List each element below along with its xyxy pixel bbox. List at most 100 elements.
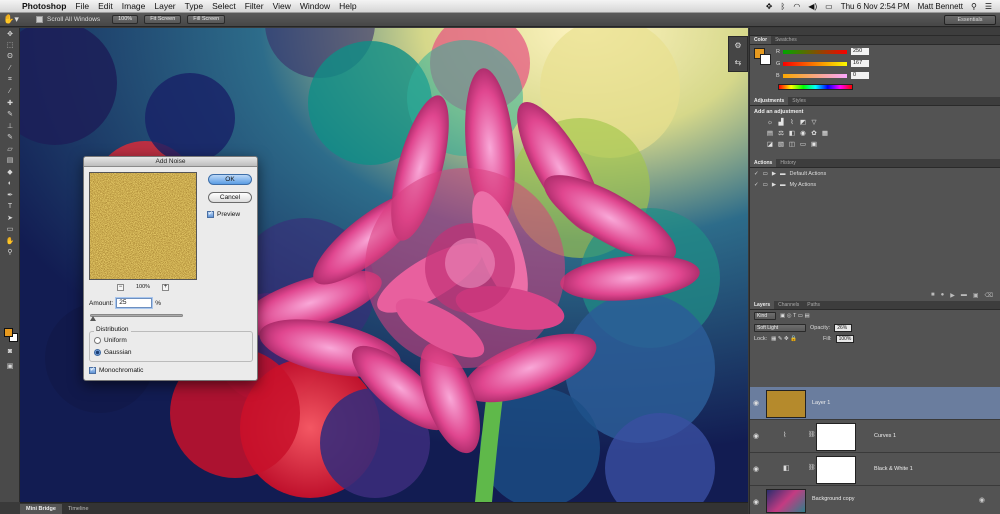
user-name[interactable]: Matt Bennett bbox=[918, 2, 963, 11]
vibrance-icon[interactable]: ▽ bbox=[810, 119, 818, 127]
smart-filter-visibility-icon[interactable]: ◉ bbox=[979, 496, 985, 504]
layer-name[interactable]: Background copy bbox=[812, 496, 855, 502]
zoom-tool-icon[interactable]: ⚲ bbox=[0, 247, 20, 259]
gaussian-radio[interactable] bbox=[94, 349, 101, 356]
red-slider[interactable] bbox=[783, 49, 847, 54]
color-balance-icon[interactable]: ⚖ bbox=[777, 130, 785, 138]
lock-icons[interactable]: ▦ ✎ ✥ 🔒 bbox=[771, 336, 797, 342]
path-select-tool-icon[interactable]: ➤ bbox=[0, 212, 20, 224]
zoom-100-button[interactable]: 100% bbox=[112, 15, 139, 24]
clock[interactable]: Thu 6 Nov 2:54 PM bbox=[841, 2, 910, 11]
link-chain-icon[interactable]: ⛓ bbox=[808, 431, 816, 438]
zoom-in-button[interactable]: + bbox=[161, 283, 169, 291]
dropbox-icon[interactable]: ✥ bbox=[766, 2, 773, 11]
kind-filter-select[interactable]: Kind bbox=[754, 312, 776, 320]
amount-input[interactable]: 25 bbox=[116, 298, 153, 308]
zoom-out-button[interactable]: − bbox=[117, 283, 124, 291]
fit-screen-button[interactable]: Fit Screen bbox=[144, 15, 182, 24]
app-menu[interactable]: Photoshop bbox=[22, 1, 66, 11]
play-icon[interactable]: ▶ bbox=[950, 292, 955, 299]
action-set-row[interactable]: ✓ ▭ ▶ ▬ My Actions bbox=[750, 180, 1000, 190]
stop-icon[interactable]: ■ bbox=[931, 292, 935, 298]
eyedropper-tool-icon[interactable]: ⁄ bbox=[0, 86, 20, 98]
quick-mask-icon[interactable]: ◙ bbox=[0, 346, 20, 358]
color-lookup-icon[interactable]: ▦ bbox=[821, 130, 829, 138]
tab-adjustments[interactable]: Adjustments bbox=[750, 97, 789, 105]
menu-help[interactable]: Help bbox=[339, 1, 356, 11]
gradient-map-icon[interactable]: ▭ bbox=[799, 141, 807, 149]
eraser-tool-icon[interactable]: ▱ bbox=[0, 143, 20, 155]
green-slider[interactable] bbox=[783, 61, 847, 66]
properties-panel-icon[interactable]: ⇆ bbox=[729, 54, 747, 71]
tab-color[interactable]: Color bbox=[750, 36, 772, 44]
healing-tool-icon[interactable]: ✚ bbox=[0, 97, 20, 109]
uniform-option[interactable]: Uniform bbox=[94, 337, 127, 344]
scroll-all-checkbox[interactable] bbox=[36, 16, 43, 23]
cancel-button[interactable]: Cancel bbox=[208, 192, 252, 203]
visibility-eye-icon[interactable]: ◉ bbox=[753, 432, 759, 440]
invert-icon[interactable]: ◪ bbox=[766, 141, 774, 149]
volume-icon[interactable]: ◀) bbox=[808, 2, 817, 11]
menu-layer[interactable]: Layer bbox=[154, 1, 175, 11]
stamp-tool-icon[interactable]: ⊥ bbox=[0, 120, 20, 132]
dodge-tool-icon[interactable]: ◐ bbox=[0, 178, 20, 190]
opacity-field[interactable]: 26% bbox=[834, 324, 853, 332]
layer-name[interactable]: Layer 1 bbox=[812, 400, 830, 406]
foreground-color-swatch[interactable] bbox=[4, 328, 13, 337]
new-set-icon[interactable]: ▬ bbox=[961, 292, 967, 298]
layer-row[interactable]: ◉ ⌇ ⛓ Curves 1 bbox=[750, 420, 1000, 453]
crop-tool-icon[interactable]: ⌗ bbox=[0, 74, 20, 86]
action-set-row[interactable]: ✓ ▭ ▶ ▬ Default Actions bbox=[750, 169, 1000, 179]
menu-view[interactable]: View bbox=[273, 1, 291, 11]
exposure-icon[interactable]: ◩ bbox=[799, 119, 807, 127]
tab-mini-bridge[interactable]: Mini Bridge bbox=[20, 504, 62, 514]
history-panel-icon[interactable]: ⚙ bbox=[729, 37, 747, 54]
marquee-tool-icon[interactable]: ⬚ bbox=[0, 40, 20, 52]
shape-tool-icon[interactable]: ▭ bbox=[0, 224, 20, 236]
tab-styles[interactable]: Styles bbox=[788, 97, 810, 105]
bluetooth-icon[interactable]: ᛒ bbox=[781, 2, 786, 11]
dialog-toggle-icon[interactable]: ▭ bbox=[763, 182, 768, 188]
threshold-icon[interactable]: ◫ bbox=[788, 141, 796, 149]
tab-swatches[interactable]: Swatches bbox=[771, 36, 801, 44]
selective-color-icon[interactable]: ▣ bbox=[810, 141, 818, 149]
toggle-check-icon[interactable]: ✓ bbox=[754, 171, 759, 177]
preview-checkbox[interactable]: ✓ bbox=[207, 211, 214, 218]
blue-value[interactable]: 0 bbox=[851, 72, 869, 79]
color-spectrum[interactable] bbox=[778, 84, 853, 90]
monochromatic-checkbox[interactable]: ✓ bbox=[89, 367, 96, 374]
layer-name[interactable]: Curves 1 bbox=[874, 433, 896, 439]
amount-slider-track[interactable] bbox=[90, 314, 183, 317]
layer-row[interactable]: ◉ Layer 1 bbox=[750, 387, 1000, 420]
menu-edit[interactable]: Edit bbox=[98, 1, 113, 11]
type-tool-icon[interactable]: T bbox=[0, 201, 20, 213]
red-value[interactable]: 250 bbox=[851, 48, 869, 55]
quick-select-tool-icon[interactable]: ⁄ bbox=[0, 63, 20, 75]
amount-slider-knob[interactable] bbox=[90, 316, 96, 321]
uniform-radio[interactable] bbox=[94, 337, 101, 344]
black-white-icon[interactable]: ◧ bbox=[788, 130, 796, 138]
workspace-select[interactable]: Essentials bbox=[944, 15, 996, 25]
list-icon[interactable]: ☰ bbox=[985, 2, 992, 11]
toggle-check-icon[interactable]: ✓ bbox=[754, 182, 759, 188]
gaussian-option[interactable]: Gaussian bbox=[94, 349, 131, 356]
layer-row[interactable]: ◉ Background copy ◉ bbox=[750, 486, 1000, 514]
visibility-eye-icon[interactable]: ◉ bbox=[753, 498, 759, 506]
brightness-contrast-icon[interactable]: ☼ bbox=[766, 119, 774, 127]
blend-mode-select[interactable]: Soft Light bbox=[754, 324, 806, 332]
layer-row[interactable]: ◉ ◧ ⛓ Black & White 1 bbox=[750, 453, 1000, 486]
hue-saturation-icon[interactable]: ▤ bbox=[766, 130, 774, 138]
expand-arrow-icon[interactable]: ▶ bbox=[772, 182, 776, 188]
tab-timeline[interactable]: Timeline bbox=[62, 504, 95, 514]
menu-type[interactable]: Type bbox=[185, 1, 203, 11]
menu-file[interactable]: File bbox=[75, 1, 89, 11]
channel-mixer-icon[interactable]: ✿ bbox=[810, 130, 818, 138]
layer-name[interactable]: Black & White 1 bbox=[874, 466, 913, 472]
menu-filter[interactable]: Filter bbox=[245, 1, 264, 11]
curves-icon[interactable]: ⌇ bbox=[788, 119, 796, 127]
background-color[interactable] bbox=[760, 54, 771, 65]
filter-icons[interactable]: ▣ ◎ T ▭ ▤ bbox=[780, 313, 810, 319]
visibility-eye-icon[interactable]: ◉ bbox=[753, 465, 759, 473]
battery-icon[interactable]: ▭ bbox=[825, 2, 833, 11]
new-action-icon[interactable]: ▣ bbox=[973, 292, 979, 299]
